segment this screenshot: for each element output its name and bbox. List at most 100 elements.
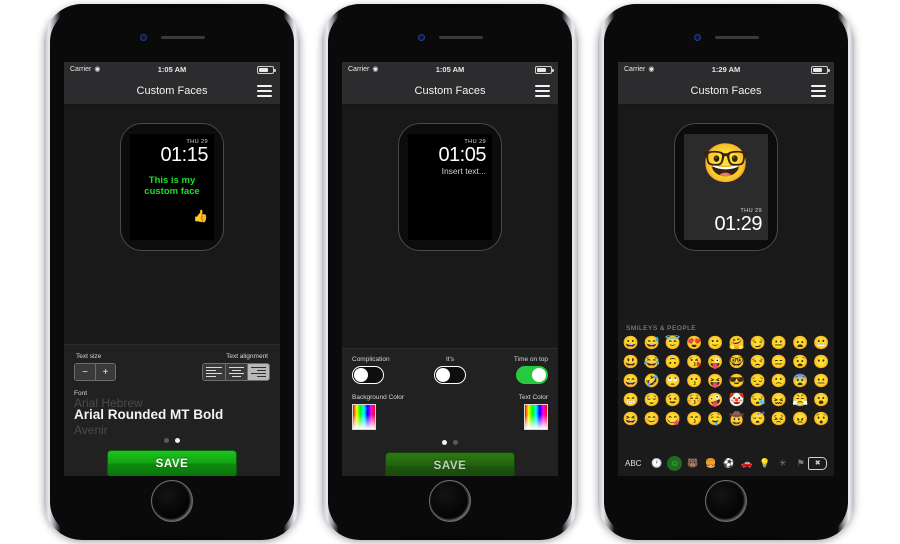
emoji-key[interactable]: 😒 bbox=[747, 353, 768, 371]
emoji-key[interactable]: 😯 bbox=[811, 410, 832, 428]
home-button[interactable] bbox=[705, 480, 747, 522]
flags-icon[interactable]: ⚑ bbox=[793, 456, 808, 471]
home-button[interactable] bbox=[151, 480, 193, 522]
emoji-key[interactable]: 😤 bbox=[790, 391, 811, 409]
emoji-key[interactable]: 😝 bbox=[705, 372, 726, 390]
home-button[interactable] bbox=[429, 480, 471, 522]
emoji-key[interactable]: 🤓 bbox=[726, 353, 747, 371]
emoji-key[interactable]: 😐 bbox=[811, 372, 832, 390]
emoji-key[interactable]: 😀 bbox=[620, 334, 641, 352]
emoji-key[interactable]: 🤣 bbox=[641, 372, 662, 390]
its-switch[interactable] bbox=[434, 366, 466, 384]
status-bar-time: 1:05 AM bbox=[157, 65, 187, 74]
abc-button[interactable]: ABC bbox=[625, 459, 647, 468]
emoji-key[interactable]: 😚 bbox=[684, 391, 705, 409]
emoji-key[interactable]: 🤡 bbox=[726, 391, 747, 409]
emoji-key[interactable]: 😶 bbox=[811, 353, 832, 371]
hamburger-icon[interactable] bbox=[811, 84, 826, 97]
emoji-key[interactable]: 😘 bbox=[684, 353, 705, 371]
emoji-grid[interactable]: 😀 😅 😇 😍 🙂 🤗 😏 😐 😦 😬 😃 😂 🙃 😘 😜 🤓 😒 😑 😧 😶 😄 🤣 🙄 😗 😝 😎 😔 🙁 😨 😐 😁 😌 😉 😚 🤪 🤡 😪 😖 😤 😮… bbox=[618, 334, 834, 428]
emoji-key[interactable]: 🙂 bbox=[705, 334, 726, 352]
emoji-key[interactable]: 😂 bbox=[641, 353, 662, 371]
emoji-key[interactable]: 🤗 bbox=[726, 334, 747, 352]
objects-icon[interactable]: 💡 bbox=[757, 456, 772, 471]
text-color-swatch[interactable] bbox=[524, 404, 548, 430]
page-dot-2[interactable] bbox=[453, 440, 458, 445]
emoji-key[interactable]: 😎 bbox=[726, 372, 747, 390]
page-dot-1[interactable] bbox=[442, 440, 447, 445]
emoji-key[interactable]: 😬 bbox=[811, 334, 832, 352]
align-center-button[interactable] bbox=[225, 364, 247, 380]
text-size-decrease-button[interactable]: − bbox=[75, 364, 95, 380]
travel-icon[interactable]: 🚗 bbox=[739, 456, 754, 471]
emoji-key[interactable]: 😗 bbox=[684, 372, 705, 390]
page-dots[interactable] bbox=[74, 438, 270, 443]
save-button[interactable]: SAVE bbox=[385, 452, 515, 476]
emoji-key[interactable]: 😍 bbox=[684, 334, 705, 352]
emoji-key[interactable]: 🙄 bbox=[662, 372, 683, 390]
font-option-previous[interactable]: Arial Hebrew bbox=[74, 396, 270, 407]
emoji-key[interactable]: 😣 bbox=[768, 410, 789, 428]
emoji-key[interactable]: 😉 bbox=[662, 391, 683, 409]
watch-preview[interactable]: THU 29 01:05 Insert text... bbox=[398, 123, 502, 251]
emoji-key[interactable]: 😐 bbox=[768, 334, 789, 352]
align-right-button[interactable] bbox=[247, 364, 269, 380]
font-option-selected[interactable]: Arial Rounded MT Bold bbox=[74, 407, 270, 423]
background-color-swatch[interactable] bbox=[352, 404, 376, 430]
time-on-top-switch[interactable] bbox=[516, 366, 548, 384]
emoji-key[interactable]: 😅 bbox=[641, 334, 662, 352]
hamburger-icon[interactable] bbox=[257, 84, 272, 97]
emoji-key[interactable]: 🙃 bbox=[662, 353, 683, 371]
font-picker[interactable]: Font Arial Hebrew Arial Rounded MT Bold … bbox=[74, 390, 270, 434]
watch-emoji: 🤓 bbox=[702, 143, 750, 185]
emoji-key[interactable]: 😁 bbox=[620, 391, 641, 409]
emoji-category-bar[interactable]: 🕐 ☺ 🐻 🍔 ⚽ 🚗 💡 ✳ ⚑ bbox=[649, 455, 808, 471]
emoji-key[interactable]: 😃 bbox=[620, 353, 641, 371]
emoji-key[interactable]: 😨 bbox=[790, 372, 811, 390]
emoji-key[interactable]: 🤪 bbox=[705, 391, 726, 409]
backspace-icon[interactable]: ✖ bbox=[808, 456, 827, 470]
phone-2-body: Carrier ◉ 1:05 AM Custom Faces THU 29 01… bbox=[328, 8, 572, 536]
emoji-key[interactable]: 😪 bbox=[747, 391, 768, 409]
text-size-stepper[interactable]: − + bbox=[74, 363, 116, 381]
page-dot-2[interactable] bbox=[175, 438, 180, 443]
emoji-key[interactable]: 😔 bbox=[747, 372, 768, 390]
emoji-key[interactable]: 😌 bbox=[641, 391, 662, 409]
emoji-key[interactable]: 😆 bbox=[620, 410, 641, 428]
page-dots[interactable] bbox=[352, 440, 548, 445]
emoji-key[interactable]: 😇 bbox=[662, 334, 683, 352]
emoji-key[interactable]: 😴 bbox=[747, 410, 768, 428]
emoji-key[interactable]: 🙁 bbox=[768, 372, 789, 390]
align-left-button[interactable] bbox=[203, 364, 225, 380]
emoji-key[interactable]: 😊 bbox=[641, 410, 662, 428]
animals-icon[interactable]: 🐻 bbox=[685, 456, 700, 471]
recents-icon[interactable]: 🕐 bbox=[649, 456, 664, 471]
emoji-key[interactable]: 😑 bbox=[768, 353, 789, 371]
activity-icon[interactable]: ⚽ bbox=[721, 456, 736, 471]
emoji-key[interactable]: 😏 bbox=[747, 334, 768, 352]
hamburger-icon[interactable] bbox=[535, 84, 550, 97]
food-icon[interactable]: 🍔 bbox=[703, 456, 718, 471]
smileys-icon[interactable]: ☺ bbox=[667, 455, 683, 471]
emoji-key[interactable]: 😖 bbox=[768, 391, 789, 409]
page-dot-1[interactable] bbox=[164, 438, 169, 443]
watch-text-placeholder[interactable]: Insert text... bbox=[414, 166, 486, 176]
watch-preview[interactable]: THU 29 01:15 This is my custom face 👍 bbox=[120, 123, 224, 251]
text-size-increase-button[interactable]: + bbox=[95, 364, 115, 380]
text-alignment-segmented-control[interactable] bbox=[202, 363, 270, 381]
watch-preview[interactable]: 🤓 THU 29 01:29 bbox=[674, 123, 778, 251]
emoji-key[interactable]: 😋 bbox=[662, 410, 683, 428]
emoji-key[interactable]: 😠 bbox=[790, 410, 811, 428]
emoji-key[interactable]: 🤤 bbox=[705, 410, 726, 428]
emoji-key[interactable]: 😜 bbox=[705, 353, 726, 371]
emoji-key[interactable]: 😦 bbox=[790, 334, 811, 352]
symbols-icon[interactable]: ✳ bbox=[775, 456, 790, 471]
emoji-key[interactable]: 🤠 bbox=[726, 410, 747, 428]
emoji-key[interactable]: 😮 bbox=[811, 391, 832, 409]
emoji-key[interactable]: 😧 bbox=[790, 353, 811, 371]
font-option-next[interactable]: Avenir bbox=[74, 423, 270, 434]
complication-switch[interactable] bbox=[352, 366, 384, 384]
save-button[interactable]: SAVE bbox=[107, 450, 237, 476]
emoji-key[interactable]: 😙 bbox=[684, 410, 705, 428]
emoji-key[interactable]: 😄 bbox=[620, 372, 641, 390]
